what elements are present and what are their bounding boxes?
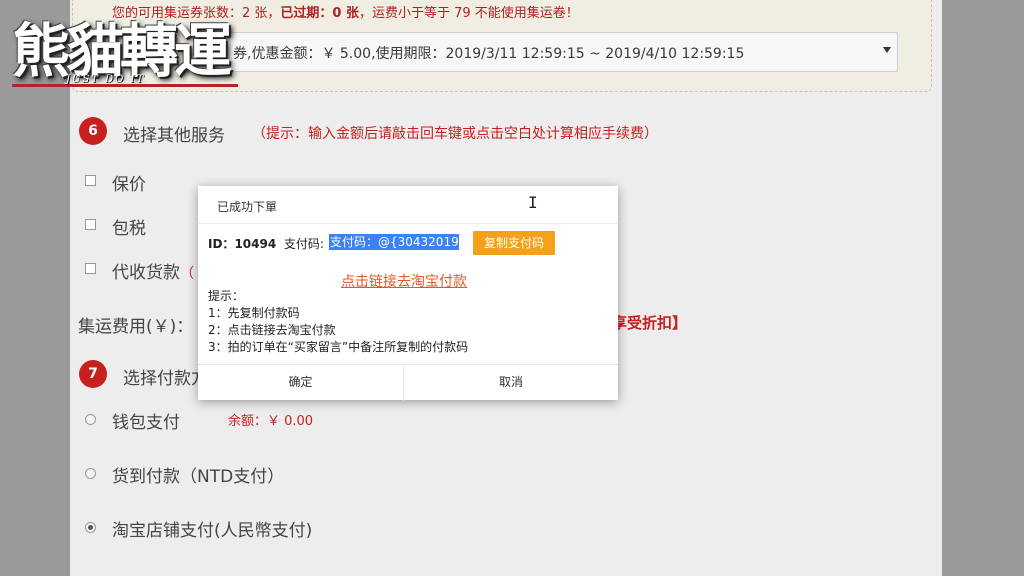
- order-id-label: ID：: [208, 237, 235, 251]
- right-margin: [942, 0, 1024, 576]
- section-7-title: 选择付款方: [123, 369, 208, 389]
- insurance-checkbox[interactable]: [85, 175, 96, 186]
- tips-block: 提示： 1：先复制付款码 2：点击链接去淘宝付款 3：拍的订单在“买家留言”中备…: [208, 288, 468, 356]
- taobao-payment-label: 淘宝店铺支付(人民幣支付): [112, 521, 313, 541]
- coupon-select-value: 券,优惠金额：￥ 5.00,使用期限：2019/3/11 12:59:15 ~ …: [233, 46, 745, 62]
- cod-checkbox[interactable]: [85, 263, 96, 274]
- wallet-label: 钱包支付: [112, 413, 180, 433]
- taobao-radio[interactable]: [85, 522, 96, 533]
- dialog-footer: 确定 取消: [198, 364, 618, 401]
- chevron-down-icon: [883, 47, 891, 53]
- dialog-title: 已成功下單: [217, 200, 278, 214]
- cancel-button[interactable]: 取消: [404, 365, 618, 401]
- pay-code-label: 支付码:: [283, 237, 324, 251]
- tip-item: 1：先复制付款码: [208, 306, 300, 320]
- tips-title: 提示：: [208, 289, 245, 303]
- order-id-value: 10494: [234, 237, 277, 251]
- cod-label: 代收货款（: [112, 263, 194, 283]
- copy-pay-code-button[interactable]: 复制支付码: [473, 231, 555, 255]
- order-success-dialog: 已成功下單 ID：10494 支付码: 支付码：@{304320190 复制支付…: [198, 186, 618, 401]
- step-7-badge: 7: [79, 360, 107, 388]
- coupon-select[interactable]: 券,优惠金额：￥ 5.00,使用期限：2019/3/11 12:59:15 ~ …: [206, 32, 898, 72]
- channel-logo: 熊貓轉運 JUST DO IT: [8, 4, 240, 90]
- order-id-line: ID：10494 支付码:: [208, 235, 324, 252]
- section-6-title: 选择其他服务: [123, 126, 225, 146]
- cod-payment-label: 货到付款（NTD支付）: [112, 467, 285, 487]
- discount-text: 享受折扣】: [612, 314, 688, 332]
- shipping-fee-label: 集运费用(￥)：: [78, 317, 194, 337]
- service-hint: （提示：输入金额后请敲击回车键或点击空白处计算相应手续费）: [252, 126, 658, 142]
- cod-payment-radio[interactable]: [85, 468, 96, 479]
- tip-item: 3：拍的订单在“买家留言”中备注所复制的付款码: [208, 340, 469, 354]
- wallet-balance: 余额：￥ 0.00: [228, 414, 314, 429]
- dialog-divider: [198, 223, 618, 224]
- tax-label: 包税: [112, 219, 146, 239]
- step-6-badge: 6: [79, 117, 107, 145]
- text-cursor-icon: I: [528, 193, 538, 212]
- tax-checkbox[interactable]: [85, 219, 96, 230]
- logo-tagline: JUST DO IT: [66, 74, 146, 85]
- tip-item: 2：点击链接去淘宝付款: [208, 323, 336, 337]
- pay-code-input[interactable]: 支付码：@{304320190: [329, 234, 459, 250]
- confirm-button[interactable]: 确定: [198, 365, 404, 401]
- insurance-label: 保价: [112, 175, 146, 195]
- wallet-radio[interactable]: [85, 414, 96, 425]
